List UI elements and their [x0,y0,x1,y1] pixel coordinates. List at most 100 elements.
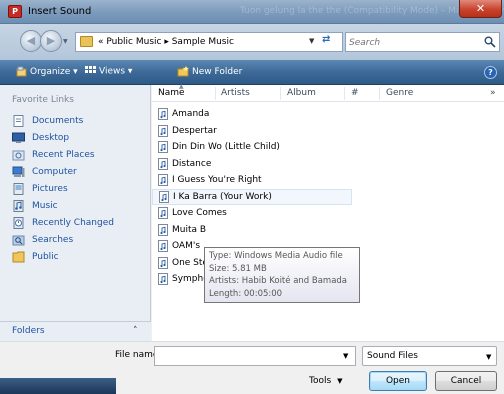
nav-item-label: Recently Changed [32,217,114,228]
audio-file-icon [158,207,168,220]
file-name: Amanda [172,109,210,120]
tools-label: Tools [309,376,332,386]
column-artists[interactable]: Artists [221,88,250,98]
list-item[interactable]: Despertar [152,123,504,140]
file-name: Love Comes [172,208,227,219]
computer-icon [12,166,25,177]
forward-arrow-icon: ▶ [46,34,56,47]
address-path[interactable]: « Public Music ▸ Sample Music [98,37,234,47]
file-name: Distance [172,158,212,169]
folders-label: Folders [12,326,45,336]
more-columns-chevron[interactable]: » [490,88,496,98]
file-name-dropdown-icon[interactable]: ▼ [343,352,348,360]
nav-item-public[interactable]: Public [0,248,150,265]
recent-pages-dropdown[interactable]: ▼ [63,38,68,45]
public-folder-icon [12,251,25,262]
column-album[interactable]: Album [287,88,316,98]
back-button[interactable]: ◀ [20,30,42,52]
nav-item-label: Desktop [32,132,70,143]
list-item[interactable]: Love Comes [152,205,504,222]
documents-icon [13,114,24,127]
file-name-field[interactable] [154,346,356,366]
column-genre[interactable]: Genre [386,88,413,98]
favorite-links-heading: Favorite Links [12,95,74,105]
column-divider[interactable] [215,87,216,100]
list-item-hovered[interactable]: I Ka Barra (Your Work) [152,188,352,205]
refresh-button[interactable]: ⇄ [322,34,330,45]
chevron-down-icon: ▼ [337,377,343,385]
file-name: OAM's [172,241,201,252]
list-item[interactable]: I Guess You're Right [152,172,504,189]
nav-item-pictures[interactable]: Pictures [0,180,150,197]
new-folder-label: New Folder [192,67,243,77]
search-input[interactable] [349,35,474,50]
nav-item-label: Computer [32,166,77,177]
folder-icon [80,36,93,47]
close-icon: ✕ [475,2,486,15]
chevron-up-icon: ˄ [133,326,138,336]
audio-file-icon [158,240,168,253]
column-name[interactable]: Name [158,88,185,98]
list-item[interactable]: Din Din Wo (Little Child) [152,139,504,156]
forward-button[interactable]: ▶ [40,30,62,52]
command-toolbar: Organize ▾ Views ▾ New Folder ? [0,60,504,85]
recently-changed-icon [13,216,24,229]
nav-item-label: Documents [32,115,84,126]
open-button[interactable]: Open [369,371,427,391]
column-divider[interactable] [379,87,380,100]
views-icon [85,66,96,73]
file-info-tooltip: Type: Windows Media Audio file Size: 5.8… [204,247,360,303]
tools-button[interactable]: Tools ▼ [309,371,355,391]
nav-item-documents[interactable]: Documents [0,112,150,129]
folders-toggle[interactable]: Folders ˄ [0,321,151,341]
close-button[interactable]: ✕ [459,0,502,18]
tooltip-artists: Artists: Habib Koité and Bamada [209,276,348,286]
address-bar[interactable]: « Public Music ▸ Sample Music ▼ [75,32,343,52]
organize-label: Organize ▾ [30,67,78,77]
audio-file-icon [158,223,168,236]
file-name: Despertar [172,125,217,136]
file-name: Muita B [172,224,207,235]
nav-item-computer[interactable]: Computer [0,163,150,180]
nav-item-recently-changed[interactable]: Recently Changed [0,214,150,231]
searches-icon [12,235,25,245]
search-box[interactable] [345,32,500,52]
favorite-links-list: Documents Desktop Recent Places Computer… [0,112,150,265]
organize-icon [16,66,27,77]
search-icon[interactable] [484,36,496,48]
chevron-down-icon: ▼ [486,353,492,361]
tooltip-size: Size: 5.81 MB [209,263,267,274]
nav-item-label: Pictures [32,183,68,194]
nav-item-recent-places[interactable]: Recent Places [0,146,150,163]
address-dropdown-icon[interactable]: ▼ [309,37,314,45]
nav-item-label: Public [32,251,59,262]
column-number[interactable]: # [351,88,359,98]
navigation-pane: Favorite Links Documents Desktop Recent … [0,85,151,341]
file-type-value: Sound Files [367,351,418,361]
audio-file-icon [158,256,168,269]
column-divider[interactable] [280,87,281,100]
column-divider[interactable] [344,87,345,100]
views-menu[interactable]: Views ▾ [85,66,132,77]
file-name: I Ka Barra (Your Work) [173,191,272,202]
tooltip-type: Type: Windows Media Audio file [209,251,343,261]
audio-file-icon [158,273,168,286]
back-arrow-icon: ◀ [26,34,36,47]
file-type-select[interactable]: Sound Files ▼ [362,346,497,366]
file-name: Din Din Wo (Little Child) [172,142,280,153]
nav-item-searches[interactable]: Searches [0,231,150,248]
taskbar-edge [0,378,116,394]
list-item[interactable]: Distance [152,156,504,173]
title-bar[interactable]: P Insert Sound Tuon gelung la the the (C… [0,0,504,24]
views-label: Views ▾ [99,66,133,77]
new-folder-button[interactable]: New Folder [177,66,242,77]
nav-item-desktop[interactable]: Desktop [0,129,150,146]
nav-item-label: Music [32,200,58,211]
cancel-button[interactable]: Cancel [435,371,497,391]
list-item[interactable]: Amanda [152,106,504,123]
help-icon[interactable]: ? [484,66,497,79]
file-name: I Guess You're Right [172,175,262,186]
nav-item-music[interactable]: Music [0,197,150,214]
list-item[interactable]: Muita B [152,222,504,239]
organize-menu[interactable]: Organize ▾ [16,66,78,77]
